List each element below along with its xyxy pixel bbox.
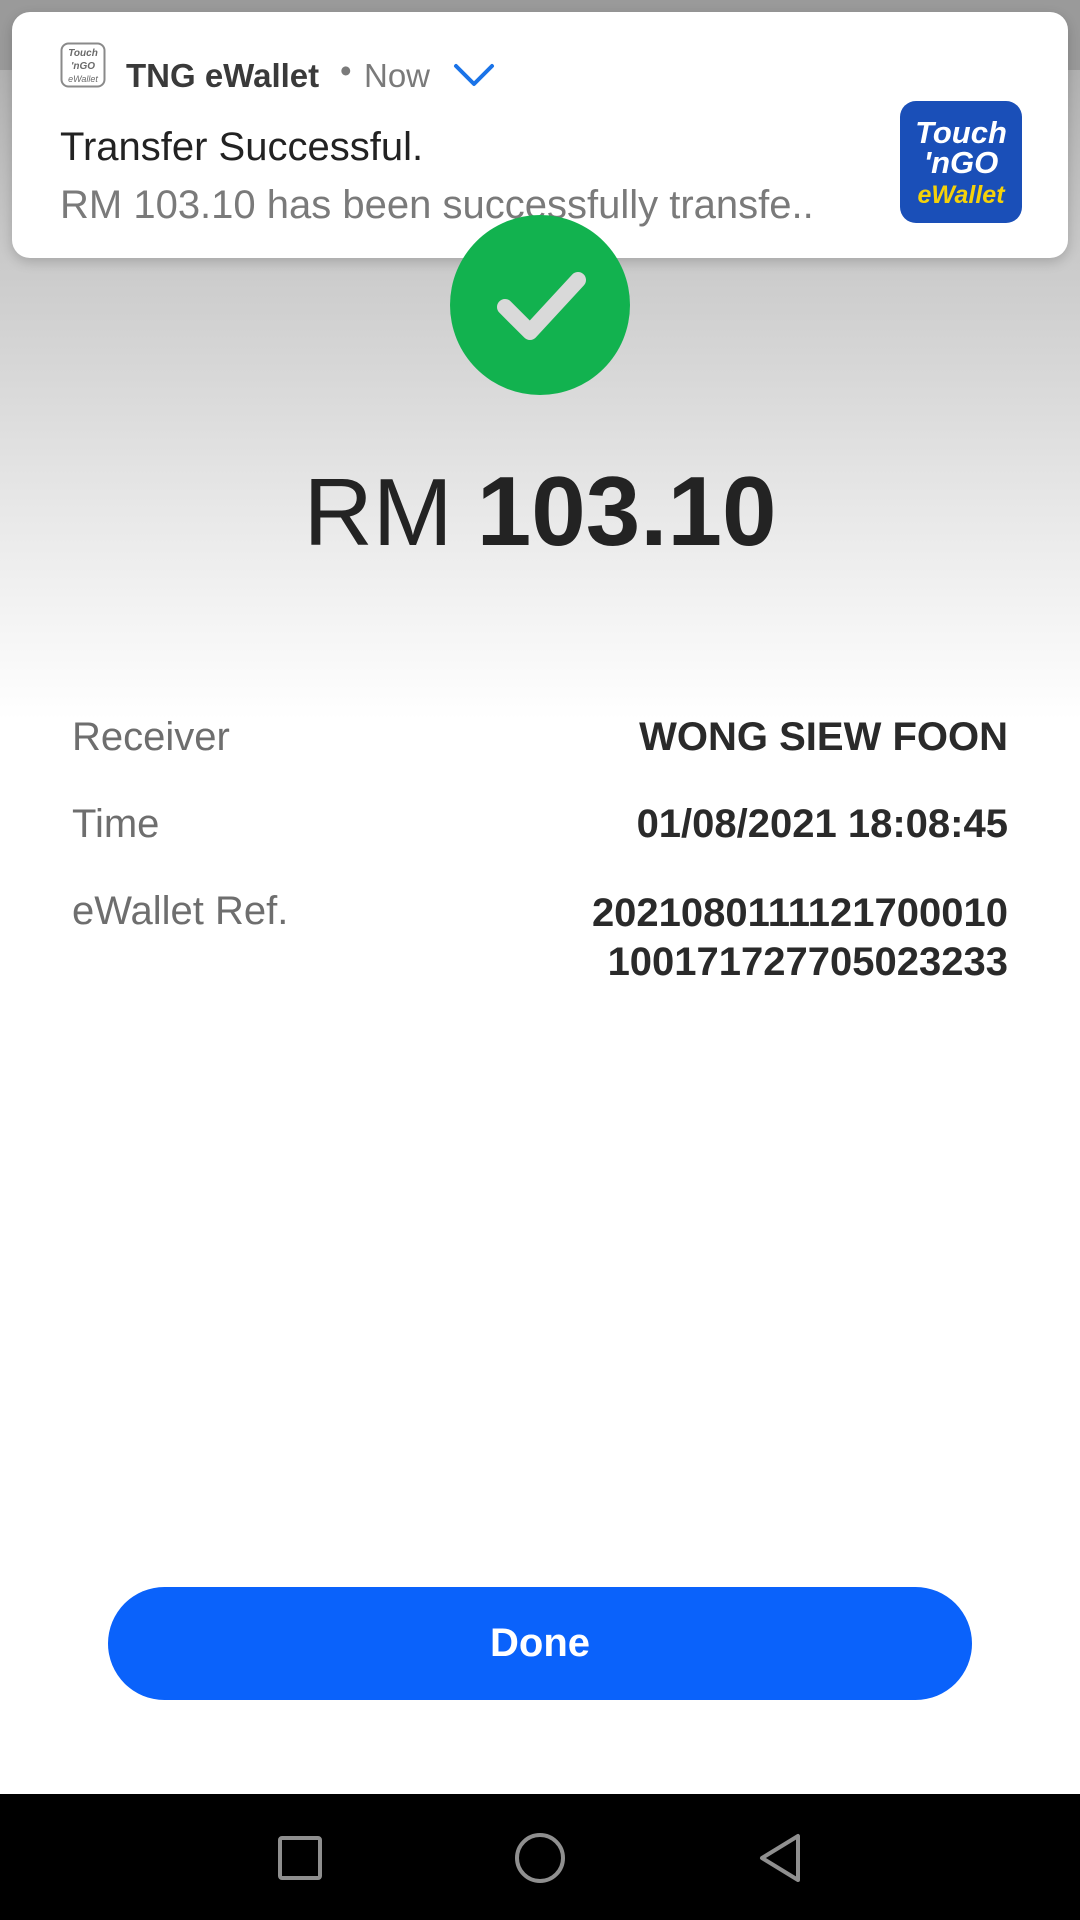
transfer-details: Receiver WONG SIEW FOON Time 01/08/2021 … xyxy=(72,715,1008,999)
amount-currency: RM xyxy=(303,459,453,566)
time-value: 01/08/2021 18:08:45 xyxy=(636,802,1008,846)
notification-time: Now xyxy=(364,57,431,94)
circle-icon[interactable] xyxy=(508,1824,572,1888)
svg-text:'nGO: 'nGO xyxy=(924,145,999,180)
notification-app-name: TNG eWallet xyxy=(126,57,320,94)
ewallet-ref-value: 2021080111121700010 100171727705023233 xyxy=(592,889,1008,987)
done-button[interactable]: Done xyxy=(108,1587,972,1700)
svg-text:eWallet: eWallet xyxy=(917,181,1006,209)
square-icon[interactable] xyxy=(268,1824,332,1888)
ewallet-ref-label: eWallet Ref. xyxy=(72,889,289,933)
transfer-amount: RM 103.10 xyxy=(0,455,1080,568)
receiver-value: WONG SIEW FOON xyxy=(639,715,1008,759)
receiver-label: Receiver xyxy=(72,715,230,759)
notification-title: Transfer Successful. xyxy=(60,125,424,169)
receiver-row: Receiver WONG SIEW FOON xyxy=(72,715,1008,802)
svg-text:'nGO: 'nGO xyxy=(71,61,95,72)
transfer-success-screen: Touch 'nGO eWallet TNG eWallet • Now Tra… xyxy=(0,0,1080,1920)
tng-ewallet-logo: Touch 'nGO eWallet xyxy=(900,101,1022,223)
ewallet-ref-line-2: 100171727705023233 xyxy=(607,940,1008,984)
time-row: Time 01/08/2021 18:08:45 xyxy=(72,802,1008,889)
time-label: Time xyxy=(72,802,160,846)
tng-small-app-icon: Touch 'nGO eWallet xyxy=(60,42,106,88)
svg-text:Touch: Touch xyxy=(68,48,98,59)
amount-value: 103.10 xyxy=(476,456,777,566)
ewallet-ref-line-1: 2021080111121700010 xyxy=(591,891,1008,935)
navigation-bar xyxy=(0,1794,1080,1920)
svg-text:eWallet: eWallet xyxy=(68,74,98,84)
ewallet-ref-row: eWallet Ref. 2021080111121700010 1001717… xyxy=(72,889,1008,999)
chevron-down-icon[interactable] xyxy=(452,60,496,90)
triangle-back-icon[interactable] xyxy=(748,1824,812,1888)
check-icon xyxy=(450,215,630,395)
notification-separator: • xyxy=(340,52,352,89)
